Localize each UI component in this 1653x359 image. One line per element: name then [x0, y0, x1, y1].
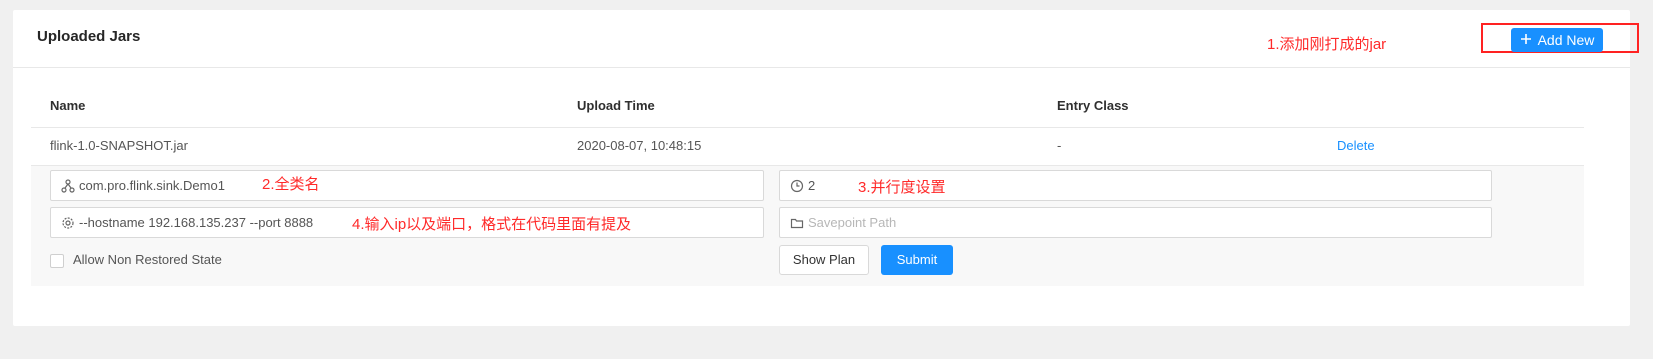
parallelism-value: 2 [808, 178, 816, 193]
allow-non-restored-checkbox[interactable] [50, 254, 64, 268]
entry-class-input[interactable]: com.pro.flink.sink.Demo1 [50, 170, 764, 201]
row-jar-name: flink-1.0-SNAPSHOT.jar [50, 138, 188, 153]
show-plan-button[interactable]: Show Plan [779, 245, 869, 275]
page-title: Uploaded Jars [37, 28, 141, 45]
column-header-upload-time: Upload Time [577, 98, 655, 113]
plus-icon [1520, 28, 1532, 52]
row-upload-time: 2020-08-07, 10:48:15 [577, 138, 702, 153]
row-entry-class: - [1057, 138, 1062, 153]
annotation-add-jar: 1.添加刚打成的jar [1267, 36, 1387, 53]
program-args-value: --hostname 192.168.135.237 --port 8888 [79, 215, 314, 230]
gear-icon [61, 216, 75, 230]
header-divider [31, 127, 1584, 128]
column-header-entry-class: Entry Class [1057, 98, 1129, 113]
annotation-entry-class: 2.全类名 [262, 176, 320, 193]
add-new-button[interactable]: Add New [1511, 28, 1603, 52]
add-new-label: Add New [1537, 32, 1595, 48]
submit-button[interactable]: Submit [881, 245, 953, 275]
annotation-program-args: 4.输入ip以及端口，格式在代码里面有提及 [352, 216, 632, 233]
history-icon [790, 179, 804, 193]
savepoint-placeholder: Savepoint Path [808, 215, 897, 230]
entry-class-value: com.pro.flink.sink.Demo1 [79, 178, 225, 193]
savepoint-path-input[interactable]: Savepoint Path [779, 207, 1492, 238]
cluster-icon [61, 179, 75, 193]
card-header: Uploaded Jars 1.添加刚打成的jar Add New [13, 10, 1639, 68]
delete-link[interactable]: Delete [1337, 138, 1375, 153]
column-header-name: Name [50, 98, 86, 113]
allow-non-restored-label: Allow Non Restored State [73, 252, 222, 267]
folder-icon [790, 216, 804, 230]
annotation-parallelism: 3.并行度设置 [858, 179, 946, 196]
